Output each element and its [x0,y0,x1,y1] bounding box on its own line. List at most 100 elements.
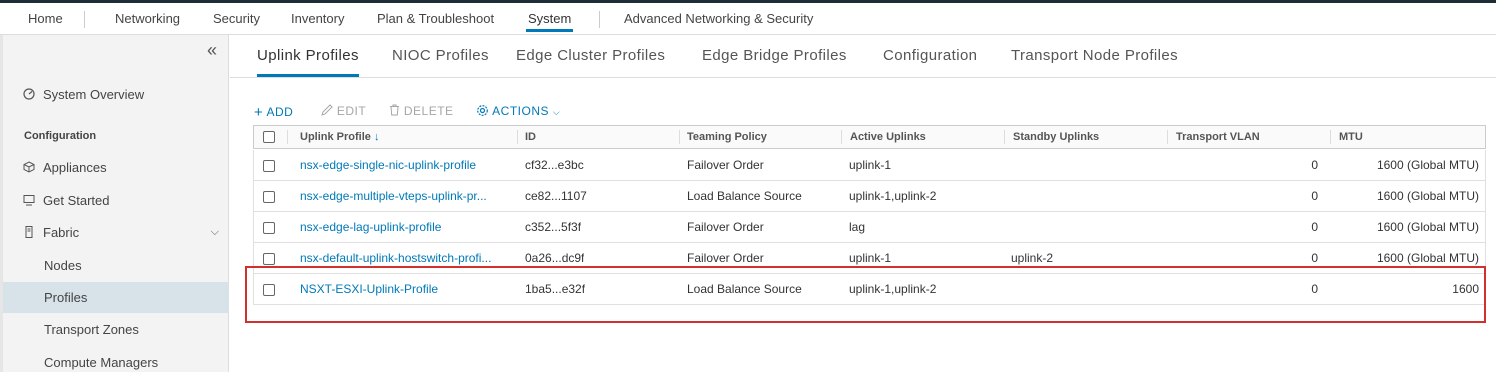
row-checkbox[interactable] [263,160,275,172]
active-uplinks: uplink-1 [849,158,892,172]
delete-button[interactable]: DELETE [389,104,454,118]
teaming-policy: Load Balance Source [687,189,802,203]
nav-home[interactable]: Home [28,3,63,34]
sidebar-item-get-started[interactable]: Get Started [3,185,229,216]
mtu: 1600 (Global MTU) [1376,251,1479,265]
teaming-policy: Failover Order [687,158,764,172]
trash-icon [390,104,399,116]
tab-edge-cluster-profiles[interactable]: Edge Cluster Profiles [516,47,665,64]
row-checkbox[interactable] [263,191,275,203]
column-divider [1330,130,1331,144]
tab-nioc-profiles[interactable]: NIOC Profiles [392,47,489,64]
profile-id: c352...5f3f [525,220,582,234]
tab-configuration[interactable]: Configuration [883,47,977,64]
column-divider [1167,130,1168,144]
column-header-label: Uplink Profile [300,131,371,143]
top-navigation: Home Networking Security Inventory Plan … [0,3,1496,35]
select-all-checkbox[interactable] [263,131,275,143]
row-checkbox[interactable] [263,253,275,265]
sidebar-item-label: Fabric [43,225,80,240]
standby-uplinks: uplink-2 [1011,251,1054,265]
column-header-uplink-profile[interactable]: Uplink Profile ↓ [300,126,379,148]
nav-inventory[interactable]: Inventory [291,3,344,34]
sidebar: « System Overview Configuration Applianc… [0,35,229,372]
profile-name-link[interactable]: nsx-edge-multiple-vteps-uplink-pr... [300,181,510,211]
column-header-active-uplinks[interactable]: Active Uplinks [850,126,926,148]
nav-security[interactable]: Security [213,3,260,34]
column-divider [679,130,680,144]
teaming-policy: Load Balance Source [687,282,802,296]
delete-button-label: DELETE [403,104,454,118]
transport-vlan: 0 [1311,251,1318,265]
column-header-mtu[interactable]: MTU [1339,126,1363,148]
sidebar-item-label: System Overview [43,87,145,102]
nav-plan-troubleshoot[interactable]: Plan & Troubleshoot [377,3,494,34]
profile-name-link[interactable]: nsx-edge-lag-uplink-profile [300,212,510,242]
profile-name-link[interactable]: nsx-edge-single-nic-uplink-profile [300,150,510,180]
sidebar-item-nodes[interactable]: Nodes [3,250,229,281]
transport-vlan: 0 [1311,189,1318,203]
column-divider [841,130,842,144]
column-header-standby-uplinks[interactable]: Standby Uplinks [1013,126,1099,148]
profile-id: ce82...1107 [525,189,587,203]
nav-system[interactable]: System [525,3,574,34]
table-row[interactable]: nsx-default-uplink-hostswitch-profi... 0… [253,243,1486,274]
nav-advanced-networking-security[interactable]: Advanced Networking & Security [624,3,813,34]
pencil-icon [321,104,333,116]
sidebar-item-transport-zones[interactable]: Transport Zones [3,314,229,345]
double-chevron-left-icon[interactable]: « [207,40,217,61]
active-uplinks: lag [849,220,866,234]
nav-divider [599,11,600,28]
tab-uplink-profiles[interactable]: Uplink Profiles [257,47,359,77]
server-icon [25,226,33,238]
transport-vlan: 0 [1311,220,1318,234]
sidebar-item-appliances[interactable]: Appliances [3,152,229,183]
sidebar-item-profiles[interactable]: Profiles [3,282,229,313]
table-row[interactable]: nsx-edge-multiple-vteps-uplink-pr... ce8… [253,181,1486,212]
add-button-label: ADD [266,105,294,119]
nav-divider [84,11,85,28]
teaming-policy: Failover Order [687,251,764,265]
column-header-teaming-policy[interactable]: Teaming Policy [687,126,767,148]
column-divider [287,130,288,144]
column-divider [1004,130,1005,144]
profile-id: 1ba5...e32f [525,282,586,296]
sidebar-item-compute-managers[interactable]: Compute Managers [3,347,229,378]
transport-vlan: 0 [1311,282,1318,296]
edit-button-label: EDIT [336,104,367,118]
nav-networking[interactable]: Networking [115,3,180,34]
profile-name-link[interactable]: nsx-default-uplink-hostswitch-profi... [300,243,510,273]
profile-name-link[interactable]: NSXT-ESXI-Uplink-Profile [300,274,510,304]
chevron-down-icon: ⌵ [552,107,561,117]
transport-vlan: 0 [1311,158,1318,172]
add-button[interactable]: + ADD [254,104,293,121]
active-uplinks: uplink-1,uplink-2 [849,189,937,203]
tab-transport-node-profiles[interactable]: Transport Node Profiles [1011,47,1178,64]
cube-icon [23,161,35,173]
row-checkbox[interactable] [263,222,275,234]
tab-edge-bridge-profiles[interactable]: Edge Bridge Profiles [702,47,847,64]
table-row[interactable]: nsx-edge-single-nic-uplink-profile cf32.… [253,150,1486,181]
mtu: 1600 (Global MTU) [1376,189,1479,203]
sidebar-item-fabric[interactable]: Fabric ⌵ [3,217,229,248]
teaming-policy: Failover Order [687,220,764,234]
sidebar-item-label: Get Started [43,193,110,208]
plus-icon: + [254,104,264,121]
active-uplinks: uplink-1,uplink-2 [849,282,937,296]
sidebar-item-system-overview[interactable]: System Overview [3,79,229,110]
mtu: 1600 [1452,282,1479,296]
sort-arrow-icon: ↓ [373,131,380,143]
gear-icon [477,105,488,116]
table-row[interactable]: nsx-edge-lag-uplink-profile c352...5f3f … [253,212,1486,243]
column-header-transport-vlan[interactable]: Transport VLAN [1176,126,1260,148]
table-row[interactable]: NSXT-ESXI-Uplink-Profile 1ba5...e32f Loa… [253,274,1486,305]
profile-tabs: Uplink Profiles NIOC Profiles Edge Clust… [230,35,1496,78]
chevron-down-icon[interactable]: ⌵ [211,217,219,248]
row-checkbox[interactable] [263,284,275,296]
column-divider [517,130,518,144]
profile-id: 0a26...dc9f [525,251,585,265]
actions-menu-button[interactable]: ACTIONS ⌵ [476,104,560,118]
edit-button[interactable]: EDIT [321,104,366,118]
mtu: 1600 (Global MTU) [1376,158,1479,172]
column-header-id[interactable]: ID [525,126,536,148]
